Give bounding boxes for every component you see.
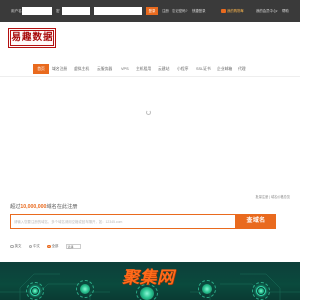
banner-logo: 聚集网 [122,268,175,288]
register-link[interactable]: 注册 [162,9,169,13]
radio-checked-icon [47,244,51,249]
quick-login-link[interactable]: 快捷登录 [192,9,206,13]
captcha-input[interactable] [94,7,142,15]
slogan-number: 10,000,000 [20,204,47,210]
main-nav: 首页 域名注册 虚拟主机 云服务器 VPS 主机租用 云建站 小程序 SSL证书… [0,61,300,77]
domain-quick-links[interactable]: 批量注册 | 域名价格总览 [256,194,290,199]
site-logo[interactable]: 易 趣 数 据 [8,28,56,48]
filter-label: 中文 [33,244,40,249]
nav-item-agent[interactable]: 代理 [238,64,246,74]
username-label: 用户名 [11,9,22,13]
chevron-down-icon: ▾ [276,9,278,13]
nav-item-home[interactable]: 首页 [33,64,49,74]
filter-english[interactable]: 英文 [10,244,21,249]
slogan-suffix: 域名在此注册 [46,204,78,210]
nav-item-domain[interactable]: 域名注册 [52,64,67,74]
login-button[interactable]: 登录 [146,7,158,15]
radio-icon [28,244,33,249]
loading-spinner-icon [146,110,151,115]
logo-char: 易 [11,32,21,43]
search-slogan: 超过10,000,000域名在此注册 [10,204,78,210]
nav-item-colocation[interactable]: 主机租用 [136,64,151,74]
filter-all[interactable]: 全部 [47,244,58,249]
filter-label: 全部 [51,244,59,249]
glow-orb-icon [80,284,90,294]
logo-seal: 易 趣 数 据 [10,30,54,46]
forgot-password-link[interactable]: 忘记密码? [172,9,187,13]
suffix-select[interactable]: 选择 [65,244,81,250]
glow-orb-icon [140,287,154,300]
username-input[interactable] [22,7,52,15]
orb-core [32,288,38,294]
filter-chinese[interactable]: 中文 [28,244,40,249]
nav-item-mail[interactable]: 企业邮箱 [217,64,232,74]
password-input[interactable] [62,7,90,15]
password-label: 密 [56,9,60,13]
search-placeholder: 请输入您要注册的域名，多个域名请用空格或回车隔开，如：12345.com [14,220,123,224]
search-domain-button[interactable]: 查域名 [236,214,276,229]
member-center-link[interactable]: 我的会员中心 [256,9,276,13]
nav-item-mini-program[interactable]: 小程序 [177,64,188,74]
nav-item-vps[interactable]: VPS [121,64,129,74]
nav-item-ssl[interactable]: SSL证书 [196,64,211,74]
logo-char: 数 [32,32,42,43]
glow-orb-icon [202,284,212,294]
logo-char: 趣 [21,32,32,43]
shopping-bag-icon[interactable] [221,8,226,13]
nav-item-cloud-server[interactable]: 云服务器 [97,64,112,74]
help-link[interactable]: 帮助 [282,9,289,13]
radio-icon [10,244,14,249]
login-bar: 用户名 密 登录 注册 忘记密码? 快捷登录 我的购物车 0 我的会员中心 ▾ … [0,0,300,22]
filter-label: 英文 [14,244,22,249]
nav-item-site-builder[interactable]: 云建站 [158,64,169,74]
domain-search-input[interactable]: 请输入您要注册的域名，多个域名请用空格或回车隔开，如：12345.com [10,214,236,229]
slogan-prefix: 超过 [10,204,21,210]
orb-core [258,288,264,294]
cart-count: 0 [241,9,243,13]
search-filters: 英文 中文 全部 选择 [10,244,81,250]
logo-char: 据 [42,32,53,43]
nav-item-hosting[interactable]: 虚拟主机 [74,64,89,74]
